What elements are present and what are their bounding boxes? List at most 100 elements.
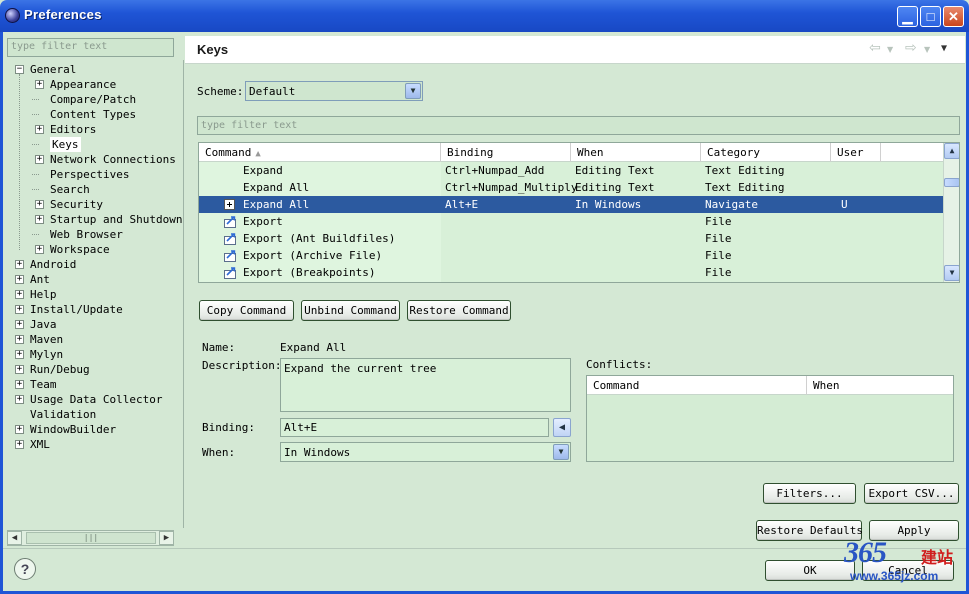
expand-icon[interactable]: + xyxy=(15,365,24,374)
expand-icon[interactable]: + xyxy=(35,245,44,254)
expand-icon[interactable]: + xyxy=(15,290,24,299)
scroll-up-arrow-icon[interactable]: ▲ xyxy=(944,143,959,159)
watermark-url: www.365jz.com xyxy=(850,569,939,583)
table-row[interactable]: Expand All Ctrl+Numpad_Multiply Editing Te… xyxy=(199,179,943,196)
scroll-thumb[interactable]: ||| xyxy=(26,532,156,544)
tree-item-label: Java xyxy=(30,318,57,331)
forward-arrow-icon[interactable]: ⇨ xyxy=(905,40,917,56)
chevron-down-icon[interactable]: ▼ xyxy=(405,83,421,99)
expand-icon[interactable]: + xyxy=(15,335,24,344)
cell-command: Export (Ant Buildfiles) xyxy=(243,232,396,245)
expand-icon[interactable]: + xyxy=(15,425,24,434)
tree-item-install-update[interactable]: + Install/Update xyxy=(7,302,182,317)
col-category[interactable]: Category xyxy=(701,143,831,162)
back-dropdown-icon[interactable]: ▼ xyxy=(887,45,893,54)
col-command[interactable]: Command ▲ xyxy=(199,143,441,162)
tree-item-team[interactable]: + Team xyxy=(7,377,182,392)
expand-icon[interactable]: + xyxy=(15,350,24,359)
tree-item-mylyn[interactable]: + Mylyn xyxy=(7,347,182,362)
forward-dropdown-icon[interactable]: ▼ xyxy=(924,45,930,54)
unbind-command-button[interactable]: Unbind Command xyxy=(301,300,400,321)
col-user[interactable]: User xyxy=(831,143,881,162)
tree-item-perspectives[interactable]: Perspectives xyxy=(7,167,182,182)
tree-item-content-types[interactable]: Content Types xyxy=(7,107,182,122)
binding-label: Binding: xyxy=(202,421,255,434)
tree-item-label: Run/Debug xyxy=(30,363,90,376)
conflicts-col-command[interactable]: Command xyxy=(587,376,807,395)
expand-icon[interactable]: + xyxy=(15,380,24,389)
table-row[interactable]: Export (Breakpoints) File xyxy=(199,264,943,281)
col-binding[interactable]: Binding xyxy=(441,143,571,162)
expand-icon[interactable]: + xyxy=(35,155,44,164)
binding-menu-icon[interactable]: ◀ xyxy=(553,418,571,437)
tree-item-web-browser[interactable]: Web Browser xyxy=(7,227,182,242)
tree-item-security[interactable]: + Security xyxy=(7,197,182,212)
tree-item-startup-and-shutdown[interactable]: + Startup and Shutdown xyxy=(7,212,182,227)
title-bar[interactable] xyxy=(0,0,969,32)
tree-item-ant[interactable]: + Ant xyxy=(7,272,182,287)
copy-command-button[interactable]: Copy Command xyxy=(199,300,294,321)
keys-filter-input[interactable]: type filter text xyxy=(197,116,960,135)
close-button[interactable]: ✕ xyxy=(943,6,964,27)
tree-item-run-debug[interactable]: + Run/Debug xyxy=(7,362,182,377)
scheme-select[interactable]: Default ▼ xyxy=(245,81,423,101)
binding-input[interactable]: Alt+E xyxy=(280,418,549,437)
tree-item-validation[interactable]: Validation xyxy=(7,407,182,422)
tree-item-android[interactable]: + Android xyxy=(7,257,182,272)
tree-item-appearance[interactable]: + Appearance xyxy=(7,77,182,92)
back-arrow-icon[interactable]: ⇦ xyxy=(869,40,881,56)
when-select[interactable]: In Windows ▼ xyxy=(280,442,571,462)
tree-item-general[interactable]: − General xyxy=(7,62,182,77)
cell-category: Navigate xyxy=(705,198,758,211)
restore-command-button[interactable]: Restore Command xyxy=(407,300,511,321)
expand-icon[interactable]: + xyxy=(35,215,44,224)
description-label: Description: xyxy=(202,359,282,372)
table-row[interactable]: Export (Ant Buildfiles) File xyxy=(199,230,943,247)
expand-icon[interactable]: + xyxy=(15,395,24,404)
tree-item-network-connections[interactable]: + Network Connections xyxy=(7,152,182,167)
left-filter-input[interactable]: type filter text xyxy=(7,38,174,57)
scroll-left-arrow-icon[interactable]: ◀ xyxy=(7,531,22,545)
scroll-right-arrow-icon[interactable]: ▶ xyxy=(159,531,174,545)
expand-icon[interactable]: + xyxy=(15,440,24,449)
expand-icon[interactable]: + xyxy=(15,320,24,329)
table-vertical-scrollbar[interactable]: ▲ ▼ xyxy=(943,143,959,282)
tree-item-java[interactable]: + Java xyxy=(7,317,182,332)
minimize-button[interactable]: ▁ xyxy=(897,6,918,27)
when-value: In Windows xyxy=(284,446,351,459)
tree-item-compare-patch[interactable]: Compare/Patch xyxy=(7,92,182,107)
tree-item-xml[interactable]: + XML xyxy=(7,437,182,452)
tree-item-keys[interactable]: Keys xyxy=(7,137,182,152)
expand-icon[interactable]: + xyxy=(15,260,24,269)
expand-icon[interactable]: + xyxy=(15,275,24,284)
tree-item-workspace[interactable]: + Workspace xyxy=(7,242,182,257)
maximize-button[interactable]: □ xyxy=(920,6,941,27)
help-icon[interactable]: ? xyxy=(14,558,36,580)
expand-icon[interactable]: + xyxy=(15,305,24,314)
table-row[interactable]: Expand All Alt+E In Windows Navigate U xyxy=(199,196,943,213)
expand-icon[interactable]: + xyxy=(35,125,44,134)
expand-icon[interactable]: + xyxy=(35,200,44,209)
view-menu-icon[interactable]: ▼ xyxy=(941,43,947,54)
collapse-icon[interactable]: − xyxy=(15,65,24,74)
tree-item-usage-data-collector[interactable]: + Usage Data Collector xyxy=(7,392,182,407)
table-row[interactable]: Expand Ctrl+Numpad_Add Editing Text Text Ed… xyxy=(199,162,943,179)
tree-item-maven[interactable]: + Maven xyxy=(7,332,182,347)
tree-item-windowbuilder[interactable]: + WindowBuilder xyxy=(7,422,182,437)
expand-icon[interactable]: + xyxy=(35,80,44,89)
col-when[interactable]: When xyxy=(571,143,701,162)
conflicts-col-when[interactable]: When xyxy=(807,376,953,395)
filters-button[interactable]: Filters... xyxy=(763,483,856,504)
conflicts-label: Conflicts: xyxy=(586,358,653,371)
export-csv-button[interactable]: Export CSV... xyxy=(864,483,959,504)
table-row[interactable]: Export File xyxy=(199,213,943,230)
table-row[interactable]: Export (Archive File) File xyxy=(199,247,943,264)
tree-item-search[interactable]: Search xyxy=(7,182,182,197)
chevron-down-icon[interactable]: ▼ xyxy=(553,444,569,460)
scroll-thumb[interactable] xyxy=(944,178,959,187)
tree-item-help[interactable]: + Help xyxy=(7,287,182,302)
tree-item-editors[interactable]: + Editors xyxy=(7,122,182,137)
tree-horizontal-scrollbar[interactable]: ◀ ||| ▶ xyxy=(7,530,174,546)
scroll-down-arrow-icon[interactable]: ▼ xyxy=(944,265,959,281)
tree-item-label: XML xyxy=(30,438,50,451)
